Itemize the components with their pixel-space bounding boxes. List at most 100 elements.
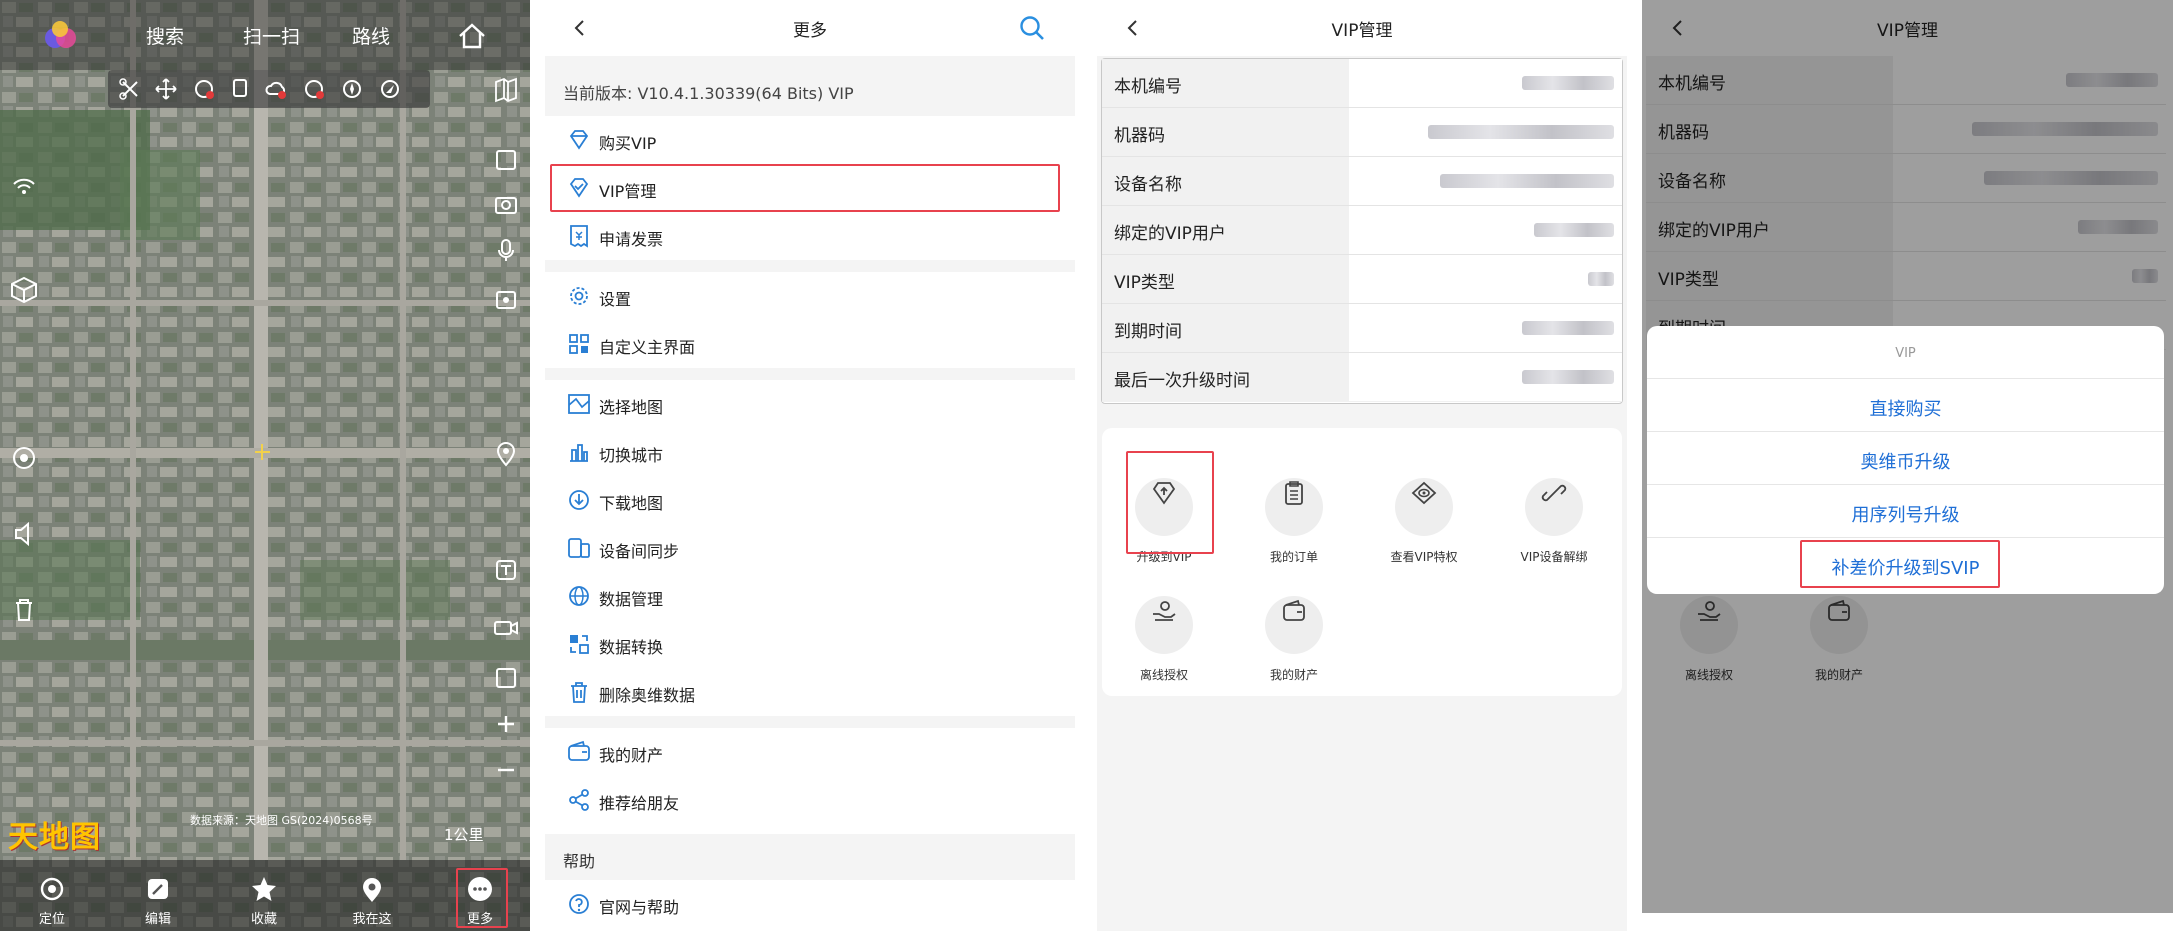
info-row-bound-user: 绑定的VIP用户: [1102, 206, 1622, 255]
sync-devices-icon: [568, 538, 590, 558]
info-key: 最后一次升级时间: [1114, 371, 1250, 391]
satellite-map[interactable]: [0, 0, 530, 931]
map-scale: 1公里: [444, 826, 484, 844]
measure-icon[interactable]: [302, 77, 326, 101]
screenshot-icon[interactable]: [488, 282, 524, 318]
blurred-value: [1522, 76, 1614, 90]
info-key: 绑定的VIP用户: [1114, 224, 1226, 244]
nav-label: 收藏: [250, 912, 277, 927]
info-key: 设备名称: [1114, 175, 1182, 195]
3d-cube-icon[interactable]: [6, 272, 42, 308]
menu-settings[interactable]: 设置: [545, 272, 1075, 320]
grid-icon: [569, 334, 589, 354]
blurred-value: [1534, 223, 1614, 237]
menu-device-sync[interactable]: 设备间同步: [545, 524, 1075, 572]
action-my-assets[interactable]: 我的财产: [1239, 582, 1349, 683]
more-screen: 更多 当前版本: V10.4.1.30339(64 Bits) VIP 购买VI…: [530, 0, 1090, 931]
menu-data-convert[interactable]: 数据转换: [545, 620, 1075, 668]
clipboard-icon: [1285, 481, 1303, 505]
action-unbind-device[interactable]: VIP设备解绑: [1499, 464, 1609, 565]
gallery-icon[interactable]: [488, 660, 524, 696]
copy-icon[interactable]: [228, 77, 252, 101]
info-row-expiry: 到期时间: [1102, 304, 1622, 353]
page-title: VIP管理: [1331, 21, 1393, 41]
tab-scan[interactable]: 扫一扫: [243, 22, 300, 49]
info-key: VIP类型: [1114, 273, 1175, 293]
nav-label: 定位: [38, 912, 65, 927]
divider: [545, 260, 1075, 272]
action-my-orders[interactable]: 我的订单: [1239, 464, 1349, 565]
header: VIP管理: [1097, 0, 1627, 56]
info-row-device-id: 本机编号: [1102, 59, 1622, 108]
menu-delete-data[interactable]: 删除奥维数据: [545, 668, 1075, 716]
frame-icon[interactable]: [488, 142, 524, 178]
highlight-svip-upgrade: [1800, 540, 2000, 588]
help-icon: [569, 894, 589, 914]
menu-label: 数据转换: [599, 638, 664, 657]
track-record-icon[interactable]: [192, 77, 216, 101]
blurred-value: [1588, 272, 1614, 286]
option-coin-upgrade[interactable]: 奥维币升级: [1647, 431, 2164, 484]
menu-buy-vip[interactable]: 购买VIP: [545, 116, 1075, 164]
menu-select-map[interactable]: 选择地图: [545, 380, 1075, 428]
speaker-icon[interactable]: [6, 516, 42, 552]
app-logo-icon[interactable]: [40, 16, 80, 56]
action-label: 查看VIP特权: [1390, 550, 1458, 564]
action-label: 我的订单: [1269, 550, 1318, 564]
menu-data-manage[interactable]: 数据管理: [545, 572, 1075, 620]
info-row-last-upgrade: 最后一次升级时间: [1102, 353, 1622, 402]
option-direct-buy[interactable]: 直接购买: [1647, 378, 2164, 431]
tab-route[interactable]: 路线: [352, 22, 390, 49]
move-icon[interactable]: [154, 77, 178, 101]
layers-icon[interactable]: [6, 440, 42, 476]
wifi-icon[interactable]: [6, 168, 42, 204]
menu-switch-city[interactable]: 切换城市: [545, 428, 1075, 476]
map-toolbar: [108, 70, 430, 108]
menu-my-assets[interactable]: 我的财产: [545, 728, 1075, 776]
menu-download-map[interactable]: 下载地图: [545, 476, 1075, 524]
blurred-value: [1522, 370, 1614, 384]
menu-label: 数据管理: [599, 590, 664, 609]
option-serial-upgrade[interactable]: 用序列号升级: [1647, 484, 2164, 537]
wallet-icon: [568, 740, 590, 761]
search-icon[interactable]: [1018, 14, 1046, 42]
home-icon[interactable]: [452, 16, 492, 56]
nav-locate[interactable]: 定位: [12, 860, 92, 931]
vip-manage-screen: VIP管理 本机编号 机器码 设备名称 绑定的VIP用户 VIP类型 到期时间 …: [1097, 0, 1627, 931]
action-offline-auth[interactable]: 离线授权: [1109, 582, 1219, 683]
compass-icon[interactable]: [340, 77, 364, 101]
nav-here[interactable]: 我在这: [332, 860, 412, 931]
menu-label: 官网与帮助: [599, 898, 680, 917]
section-help: 帮助: [545, 834, 1075, 880]
zoom-in-icon[interactable]: [488, 706, 524, 742]
scissors-icon[interactable]: [118, 77, 142, 101]
text-icon[interactable]: [488, 552, 524, 588]
menu-official-help[interactable]: 官网与帮助: [545, 880, 1075, 928]
video-icon[interactable]: [488, 610, 524, 646]
star-icon: [252, 877, 276, 901]
menu-invoice[interactable]: 申请发票: [545, 212, 1075, 260]
bottom-nav: 定位 编辑 收藏 我在这 更多: [0, 860, 530, 931]
info-row-device-name: 设备名称: [1102, 157, 1622, 206]
diamond-icon: [569, 130, 589, 150]
action-vip-privileges[interactable]: 查看VIP特权: [1369, 464, 1479, 565]
menu-recommend[interactable]: 推荐给朋友: [545, 776, 1075, 824]
camera-icon[interactable]: [488, 186, 524, 222]
info-key: 机器码: [1114, 126, 1165, 146]
highlight-upgrade-vip: [1126, 451, 1214, 554]
cloud-icon[interactable]: [264, 77, 288, 101]
map-credit: 数据来源：天地图 GS(2024)0568号: [190, 814, 373, 827]
microphone-icon[interactable]: [488, 232, 524, 268]
nav-favorites[interactable]: 收藏: [224, 860, 304, 931]
highlight-vip-manage: [550, 164, 1060, 212]
trash-icon[interactable]: [6, 592, 42, 628]
map-icon: [568, 394, 590, 414]
nav-edit[interactable]: 编辑: [118, 860, 198, 931]
zoom-out-icon[interactable]: [488, 752, 524, 788]
map-book-icon[interactable]: [488, 72, 524, 108]
header: 更多: [530, 0, 1090, 56]
menu-customize-home[interactable]: 自定义主界面: [545, 320, 1075, 368]
navigation-icon[interactable]: [378, 77, 402, 101]
location-pin-icon[interactable]: [488, 436, 524, 472]
tab-search[interactable]: 搜索: [146, 22, 184, 49]
